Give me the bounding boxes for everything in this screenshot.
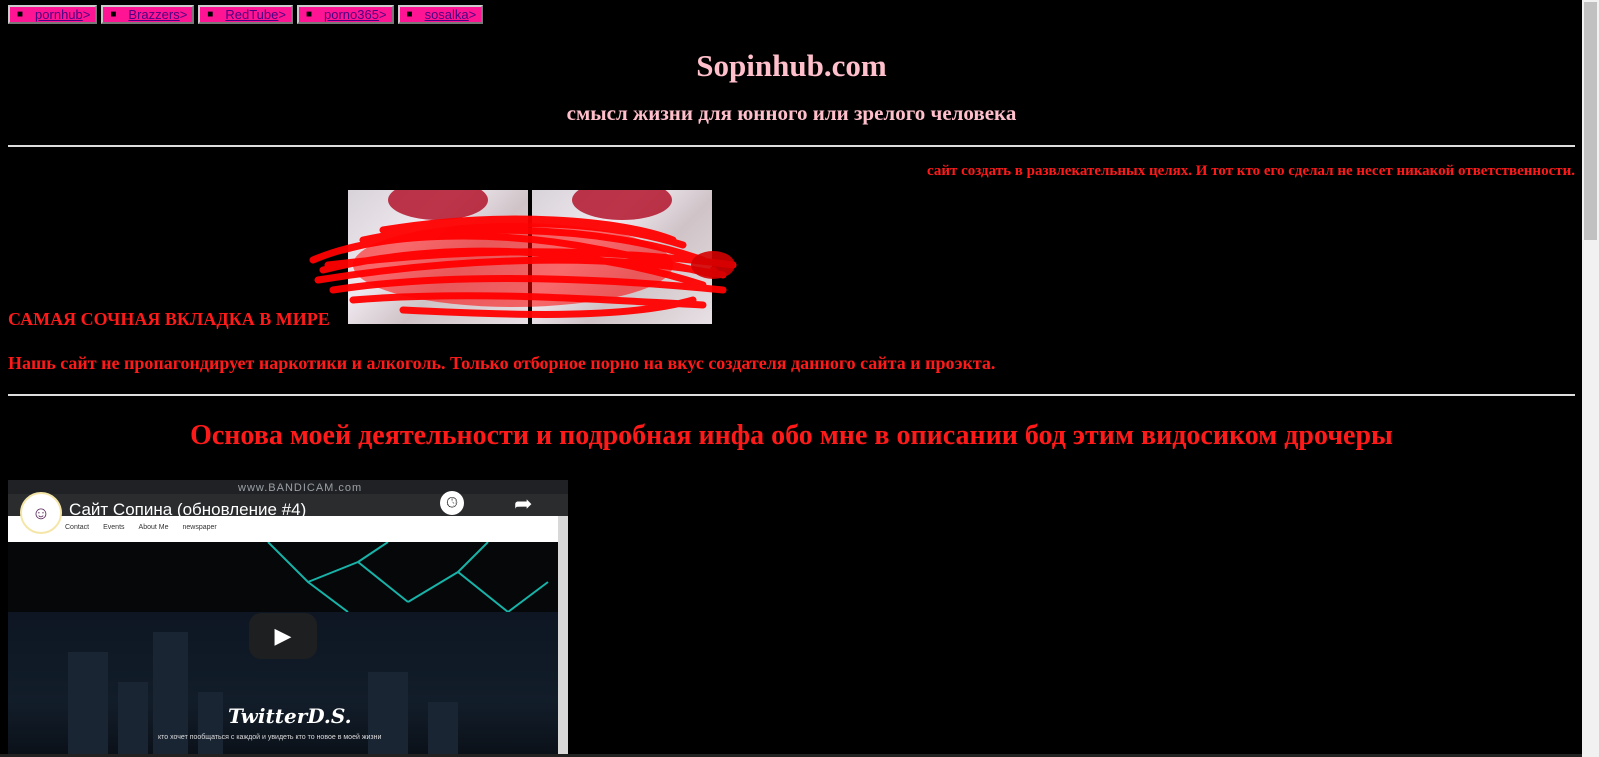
- nav-label[interactable]: RedTube: [225, 7, 278, 22]
- play-button[interactable]: ▶: [249, 613, 317, 659]
- disclaimer-text: сайт создать в развлекательных целях. И …: [927, 163, 1575, 179]
- nav-arrow: >: [278, 7, 286, 22]
- bullet-icon: ■: [17, 9, 24, 20]
- video-embed[interactable]: www.BANDICAM.com ☺ Сайт Сопина (обновлен…: [8, 480, 568, 757]
- site-title: Sopinhub.com: [696, 48, 887, 83]
- share-icon[interactable]: ➦: [514, 492, 532, 517]
- share-button[interactable]: Share: [508, 520, 547, 536]
- video-map-area: [8, 541, 558, 613]
- nav-label[interactable]: pornhub: [35, 7, 83, 22]
- nav-item-sosalka[interactable]: ■ sosalka >: [397, 5, 484, 24]
- building: [198, 692, 223, 757]
- building: [118, 682, 148, 757]
- video-caption: кто хочет пообщаться с каждой и увидеть …: [158, 734, 382, 741]
- nav-label[interactable]: Brazzers: [128, 7, 179, 22]
- building: [428, 702, 458, 757]
- top-nav: ■ pornhub > ■ Brazzers > ■ RedTube > ■ p…: [8, 5, 1575, 26]
- channel-avatar[interactable]: ☺: [20, 492, 62, 534]
- inner-nav-item: About Me: [138, 524, 169, 531]
- nav-arrow: >: [378, 7, 387, 22]
- map-lines: [267, 541, 549, 613]
- nav-arrow: >: [468, 7, 477, 22]
- inner-nav-item: newspaper: [182, 524, 217, 531]
- scrollbar-thumb[interactable]: [1584, 2, 1597, 240]
- video-title[interactable]: Сайт Сопина (обновление #4): [69, 500, 306, 520]
- video-logo-text: TwitterD.S.: [228, 704, 352, 728]
- nav-item-porno365[interactable]: ■ porno365 >: [296, 5, 394, 24]
- building: [68, 652, 108, 757]
- bullet-icon: ■: [305, 9, 312, 20]
- inner-nav-item: Events: [103, 524, 125, 531]
- nav-arrow: >: [82, 7, 91, 22]
- browser-viewport: ■ pornhub > ■ Brazzers > ■ RedTube > ■ p…: [0, 0, 1599, 757]
- nav-item-pornhub[interactable]: ■ pornhub >: [8, 5, 98, 24]
- nav-label[interactable]: porno365: [324, 7, 379, 22]
- nav-item-redtube[interactable]: ■ RedTube >: [198, 5, 293, 24]
- bandicam-watermark: www.BANDICAM.com: [238, 482, 363, 494]
- bullet-icon: ■: [207, 9, 214, 20]
- site-subtitle: смысл жизни для юнного или зрелого челов…: [566, 101, 1017, 125]
- nav-arrow: >: [179, 7, 188, 22]
- section-heading: Основа моей деятельности и подробная инф…: [190, 420, 1393, 451]
- page-scrollbar[interactable]: [1582, 0, 1599, 757]
- nav-label[interactable]: sosalka: [425, 7, 469, 22]
- featured-image-2[interactable]: [532, 190, 712, 324]
- featured-block: САМАЯ СОЧНАЯ ВКЛАДКА В МИРЕ: [8, 190, 1575, 330]
- image-detail: [388, 190, 488, 220]
- image-detail: [572, 190, 672, 220]
- video-inner-scrollbar: [558, 516, 568, 757]
- watch-later-button[interactable]: Watch later: [416, 520, 491, 536]
- divider: [8, 394, 1575, 396]
- divider: [8, 145, 1575, 147]
- bullet-icon: ■: [406, 9, 413, 20]
- notice-text: Нашь сайт не пропагондирует наркотики и …: [8, 353, 996, 373]
- clock-icon[interactable]: 🕓︎: [440, 491, 464, 515]
- featured-image-1[interactable]: [348, 190, 528, 324]
- nav-item-brazzers[interactable]: ■ Brazzers >: [101, 5, 195, 24]
- page-body: ■ pornhub > ■ Brazzers > ■ RedTube > ■ p…: [8, 5, 1575, 757]
- video-inner-nav: Contact Events About Me newspaper: [65, 524, 217, 531]
- bullet-icon: ■: [110, 9, 117, 20]
- building: [368, 672, 408, 757]
- inner-nav-item: Contact: [65, 524, 90, 531]
- featured-label: САМАЯ СОЧНАЯ ВКЛАДКА В МИРЕ: [8, 309, 330, 329]
